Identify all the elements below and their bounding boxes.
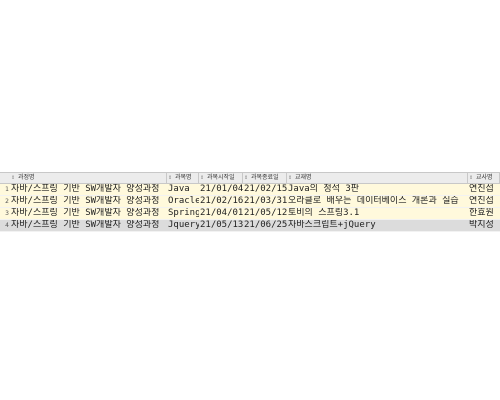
cell-book[interactable]: 자바스크립트+jQuery: [287, 220, 468, 231]
cell-subject[interactable]: Java: [167, 184, 199, 195]
sort-icon[interactable]: ⇕: [244, 173, 248, 183]
sort-icon[interactable]: ⇕: [200, 173, 204, 183]
cell-course[interactable]: 자바/스프링 기반 SW개발자 양성과정: [10, 184, 167, 195]
column-header-book[interactable]: ⇕ 교재명: [287, 173, 468, 183]
column-header-subject[interactable]: ⇕ 과목명: [167, 173, 199, 183]
row-number: 2: [5, 198, 9, 205]
sort-icon[interactable]: ⇕: [288, 173, 292, 183]
cell-start-date[interactable]: 21/02/16: [199, 196, 243, 207]
cell-teacher[interactable]: 한효원: [468, 208, 500, 219]
column-header-label: 과목시작일: [207, 174, 235, 181]
cell-end-date[interactable]: 21/03/31: [243, 196, 287, 207]
row-number: 4: [5, 222, 9, 229]
column-header-label: 과목종료일: [251, 174, 279, 181]
table-row[interactable]: 3 자바/스프링 기반 SW개발자 양성과정 Spring 21/04/01 2…: [0, 208, 500, 220]
column-header-label: 교재명: [295, 174, 312, 181]
column-header-label: 과목명: [175, 174, 192, 181]
row-number: 1: [5, 186, 9, 193]
cell-start-date[interactable]: 21/05/13: [199, 220, 243, 231]
table-row[interactable]: 2 자바/스프링 기반 SW개발자 양성과정 Oracle 21/02/16 2…: [0, 196, 500, 208]
cell-teacher[interactable]: 연진섭: [468, 184, 500, 195]
grid-header: ⇕ 과정명 ⇕ 과목명 ⇕ 과목시작일 ⇕ 과목종료일 ⇕ 교재명 ⇕ 교사명: [0, 172, 500, 184]
cell-subject[interactable]: Oracle: [167, 196, 199, 207]
cell-course[interactable]: 자바/스프링 기반 SW개발자 양성과정: [10, 220, 167, 231]
column-header-course[interactable]: ⇕ 과정명: [10, 173, 167, 183]
column-header-label: 교사명: [476, 174, 493, 181]
table-row[interactable]: 1 자바/스프링 기반 SW개발자 양성과정 Java 21/01/04 21/…: [0, 184, 500, 196]
table-row[interactable]: 4 자바/스프링 기반 SW개발자 양성과정 Jquery 21/05/13 2…: [0, 220, 500, 232]
cell-end-date[interactable]: 21/02/15: [243, 184, 287, 195]
cell-course[interactable]: 자바/스프링 기반 SW개발자 양성과정: [10, 208, 167, 219]
cell-end-date[interactable]: 21/06/25: [243, 220, 287, 231]
cell-subject[interactable]: Jquery: [167, 220, 199, 231]
cell-end-date[interactable]: 21/05/12: [243, 208, 287, 219]
sort-icon[interactable]: ⇕: [11, 173, 15, 183]
column-header-label: 과정명: [18, 174, 35, 181]
cell-start-date[interactable]: 21/04/01: [199, 208, 243, 219]
cell-start-date[interactable]: 21/01/04: [199, 184, 243, 195]
row-number-header: [0, 173, 10, 183]
cell-book[interactable]: Java의 정석 3판: [287, 184, 468, 195]
cell-book[interactable]: 토비의 스프링3.1: [287, 208, 468, 219]
cell-course[interactable]: 자바/스프링 기반 SW개발자 양성과정: [10, 196, 167, 207]
cell-book[interactable]: 오라클로 배우는 데이터베이스 개론과 실습: [287, 196, 468, 207]
column-header-teacher[interactable]: ⇕ 교사명: [468, 173, 500, 183]
cell-subject[interactable]: Spring: [167, 208, 199, 219]
sort-icon[interactable]: ⇕: [168, 173, 172, 183]
column-header-end-date[interactable]: ⇕ 과목종료일: [243, 173, 287, 183]
result-grid: ⇕ 과정명 ⇕ 과목명 ⇕ 과목시작일 ⇕ 과목종료일 ⇕ 교재명 ⇕ 교사명 1 자바/스…: [0, 172, 500, 232]
sort-icon[interactable]: ⇕: [469, 173, 473, 183]
cell-teacher[interactable]: 연진섭: [468, 196, 500, 207]
column-header-start-date[interactable]: ⇕ 과목시작일: [199, 173, 243, 183]
cell-teacher[interactable]: 박지성: [468, 220, 500, 231]
row-number: 3: [5, 210, 9, 217]
